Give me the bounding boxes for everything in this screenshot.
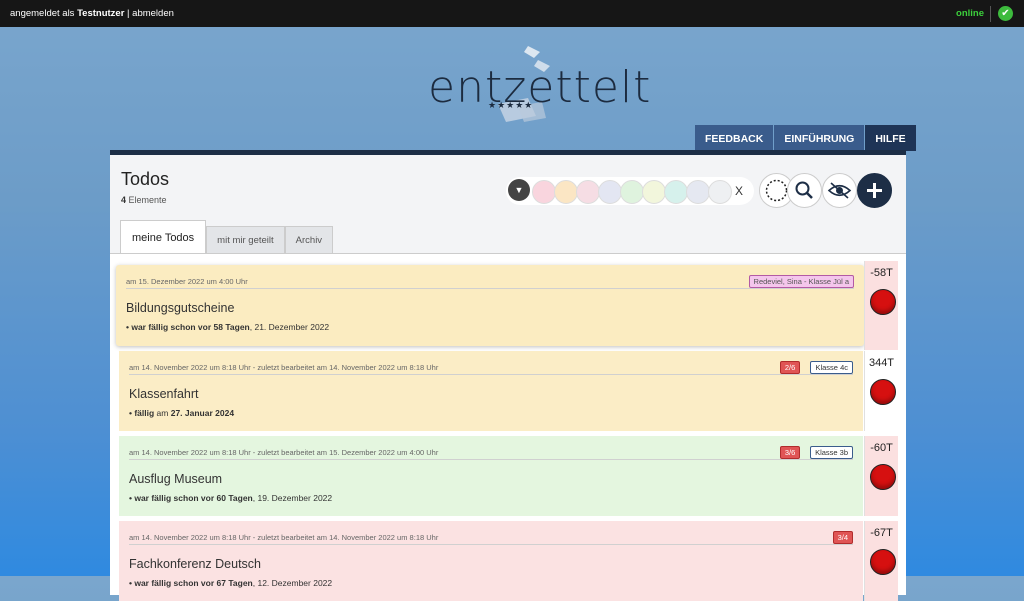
- logo[interactable]: entzettelt ★★★★★: [428, 46, 650, 132]
- days-remaining: -60T: [870, 442, 893, 454]
- todo-divider: [129, 374, 853, 375]
- tab-meine-todos[interactable]: meine Todos: [120, 220, 207, 253]
- color-filter-dot[interactable]: [554, 180, 578, 204]
- tab-archiv[interactable]: Archiv: [284, 226, 334, 253]
- todo-due-connector: am: [154, 408, 171, 418]
- todo-item[interactable]: am 14. November 2022 um 8:18 Uhr - zulet…: [119, 436, 863, 516]
- online-status: online: [956, 8, 984, 19]
- login-info: angemeldet als Testnutzer | abmelden: [10, 8, 174, 19]
- logo-stars: ★★★★★: [488, 100, 534, 110]
- plus-icon: [867, 183, 882, 198]
- todo-status-column: -60T: [864, 436, 898, 516]
- visibility-toggle-button[interactable]: [822, 173, 857, 208]
- todo-due-main: • war fällig schon vor 67 Tagen: [129, 578, 253, 588]
- todo-title[interactable]: Ausflug Museum: [129, 472, 222, 486]
- nav-hilfe[interactable]: HILFE: [865, 125, 916, 151]
- login-prefix: angemeldet als: [10, 8, 78, 19]
- todo-title[interactable]: Klassenfahrt: [129, 387, 198, 401]
- todo-meta: am 14. November 2022 um 8:18 Uhr - zulet…: [129, 448, 439, 457]
- todo-due-date: 27. Januar 2024: [170, 408, 235, 418]
- color-filter-dot[interactable]: [642, 180, 666, 204]
- todo-due-date: , 12. Dezember 2022: [252, 578, 333, 588]
- todos-panel: Todos 4 Elemente ▼ X meine Todos mit mir…: [110, 150, 906, 601]
- check-circle-icon: ✔: [998, 6, 1013, 21]
- todo-due: • war fällig schon vor 58 Tagen, 21. Dez…: [126, 322, 329, 332]
- chevron-down-icon[interactable]: ▼: [508, 179, 530, 201]
- todo-status-column: 344T: [864, 351, 898, 431]
- color-filter-dot[interactable]: [576, 180, 600, 204]
- todo-tag[interactable]: 3/4: [832, 531, 853, 544]
- tab-mit-mir-geteilt[interactable]: mit mir geteilt: [206, 226, 285, 253]
- login-separator: |: [124, 8, 133, 19]
- todo-title[interactable]: Bildungsgutscheine: [126, 301, 234, 315]
- todo-tag[interactable]: Klasse 4c: [810, 361, 853, 374]
- todo-divider: [126, 288, 854, 289]
- logout-link[interactable]: abmelden: [132, 8, 174, 19]
- color-filter-dot[interactable]: [664, 180, 688, 204]
- add-todo-button[interactable]: [857, 173, 892, 208]
- todo-due-main: • war fällig schon vor 60 Tagen: [129, 493, 253, 503]
- main-nav: FEEDBACK EINFÜHRUNG HILFE: [695, 125, 917, 151]
- todo-tag[interactable]: 2/6: [779, 361, 801, 374]
- days-remaining: -58T: [870, 267, 893, 279]
- todo-meta: am 14. November 2022 um 8:18 Uhr - zulet…: [129, 533, 439, 542]
- todo-meta: am 15. Dezember 2022 um 4:00 Uhr: [126, 277, 248, 286]
- search-icon: [795, 181, 813, 199]
- todo-due: • war fällig schon vor 60 Tagen, 19. Dez…: [129, 493, 332, 503]
- todo-list: am 15. Dezember 2022 um 4:00 Uhr Bildungs…: [110, 253, 906, 601]
- status-light-icon[interactable]: [870, 464, 896, 490]
- username: Testnutzer: [77, 8, 125, 19]
- top-bar: angemeldet als Testnutzer | abmelden onl…: [0, 0, 1024, 27]
- todo-divider: [129, 459, 853, 460]
- search-button[interactable]: [787, 173, 822, 208]
- color-filter-dot[interactable]: [686, 180, 710, 204]
- todo-tag[interactable]: Redeviel, Sina - Klasse Jül a: [748, 275, 854, 288]
- status-divider: [990, 6, 991, 22]
- logo-word: entzettelt: [428, 62, 652, 113]
- todo-due: • fällig am 27. Januar 2024: [129, 408, 234, 418]
- todo-due-date: , 19. Dezember 2022: [252, 493, 333, 503]
- todo-tag[interactable]: 3/6: [779, 446, 801, 459]
- eye-slash-icon: [827, 182, 852, 199]
- todo-status-column: -67T: [864, 521, 898, 601]
- status-light-icon[interactable]: [870, 549, 896, 575]
- todo-due-main: • fällig: [129, 408, 155, 418]
- status-light-icon[interactable]: [870, 289, 896, 315]
- todo-item[interactable]: am 15. Dezember 2022 um 4:00 Uhr Bildungs…: [116, 265, 864, 346]
- color-filter-dot[interactable]: [598, 180, 622, 204]
- page-title: Todos: [121, 169, 170, 189]
- color-filter-dot[interactable]: [532, 180, 556, 204]
- days-remaining: 344T: [868, 357, 895, 369]
- status-light-icon[interactable]: [870, 379, 896, 405]
- todo-divider: [129, 544, 853, 545]
- clear-filter-button[interactable]: X: [728, 180, 750, 202]
- todo-due: • war fällig schon vor 67 Tagen, 12. Dez…: [129, 578, 332, 588]
- days-remaining: -67T: [870, 527, 893, 539]
- nav-feedback[interactable]: FEEDBACK: [695, 125, 774, 151]
- todo-due-main: • war fällig schon vor 58 Tagen: [126, 322, 250, 332]
- todo-tag[interactable]: Klasse 3b: [810, 446, 853, 459]
- todo-status-column: -58T: [864, 261, 898, 350]
- nav-einfuehrung[interactable]: EINFÜHRUNG: [774, 125, 865, 151]
- item-count: 4 Elemente: [121, 195, 167, 205]
- panel-header: Todos 4 Elemente ▼ X meine Todos mit mir…: [110, 155, 906, 253]
- todo-due-date: , 21. Dezember 2022: [249, 322, 330, 332]
- todo-tabs: meine Todos mit mir geteilt Archiv: [120, 220, 334, 253]
- todo-title[interactable]: Fachkonferenz Deutsch: [129, 557, 261, 571]
- item-count-label: Elemente: [126, 195, 167, 205]
- todo-item[interactable]: am 14. November 2022 um 8:18 Uhr - zulet…: [119, 351, 863, 431]
- todo-meta: am 14. November 2022 um 8:18 Uhr - zulet…: [129, 363, 439, 372]
- todo-item[interactable]: am 14. November 2022 um 8:18 Uhr - zulet…: [119, 521, 863, 601]
- color-filter-dot[interactable]: [620, 180, 644, 204]
